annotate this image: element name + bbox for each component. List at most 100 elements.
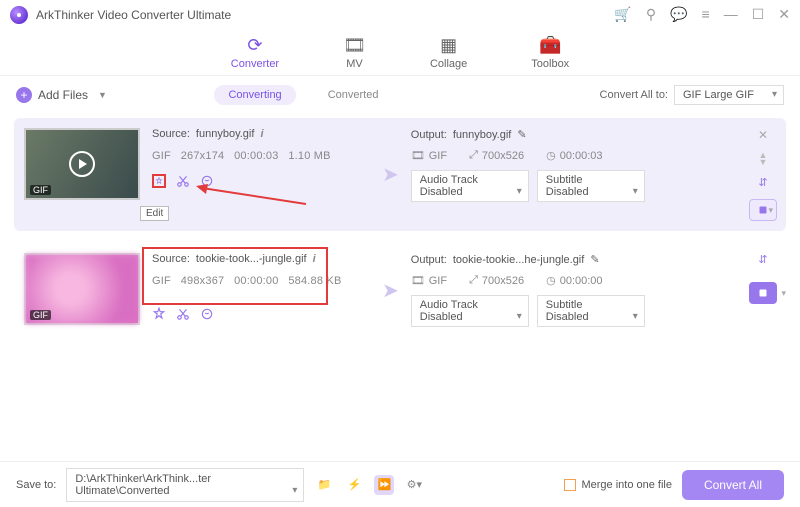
edit-tooltip: Edit (140, 206, 169, 221)
source-format: GIF (152, 275, 171, 287)
rename-icon[interactable]: ✎ (517, 128, 526, 141)
tab-mv[interactable]: 🎞 MV (343, 35, 366, 70)
audio-track-select[interactable]: Audio Track Disabled (411, 295, 529, 327)
feedback-icon[interactable]: 💬 (670, 6, 687, 23)
out-duration: 00:00:03 (560, 150, 603, 162)
toolbar: + Add Files ▼ Converting Converted Conve… (0, 76, 800, 114)
out-dims: 700x526 (482, 150, 524, 162)
tab-label: Toolbox (531, 58, 569, 70)
cart-icon[interactable]: 🛒 (614, 6, 631, 23)
main-tabs: ⟳ Converter 🎞 MV ▦ Collage 🧰 Toolbox (0, 30, 800, 76)
convert-item-button[interactable] (749, 282, 777, 304)
enhance-tool-icon[interactable] (200, 307, 214, 321)
source-duration: 00:00:00 (234, 275, 278, 287)
thumbnail[interactable]: GIF (24, 128, 140, 200)
add-files-label: Add Files (38, 88, 88, 102)
close-icon[interactable]: ✕ (778, 6, 790, 23)
convert-all-button[interactable]: Convert All (682, 470, 784, 500)
settings-icon[interactable]: ⚙▾ (404, 475, 424, 495)
thumb-format-badge: GIF (30, 185, 51, 195)
file-item[interactable]: GIF Source: tookie-took...-jungle.gif i … (14, 243, 786, 337)
chevron-down-icon: ▼ (98, 90, 107, 100)
add-files-button[interactable]: + Add Files ▼ (16, 87, 107, 103)
rename-icon[interactable]: ✎ (590, 253, 599, 266)
menu-icon[interactable]: ≡ (702, 6, 710, 23)
output-filename: tookie-tookie...he-jungle.gif (453, 254, 584, 266)
compress-icon[interactable]: ⇵ (758, 253, 767, 266)
plus-icon: + (16, 87, 32, 103)
tab-label: MV (346, 58, 363, 70)
source-label: Source: (152, 253, 190, 265)
saveto-label: Save to: (16, 479, 56, 491)
resize-icon: ⤢ (469, 149, 478, 162)
title-bar: ArkThinker Video Converter Ultimate 🛒 ⚲ … (0, 0, 800, 30)
cut-tool-icon[interactable] (176, 174, 190, 188)
cut-tool-icon[interactable] (176, 307, 190, 321)
mv-icon: 🎞 (343, 35, 366, 56)
resize-icon: ⤢ (469, 274, 478, 287)
out-format: GIF (429, 150, 447, 162)
source-format: GIF (152, 150, 171, 162)
play-icon (69, 151, 95, 177)
source-filesize: 584.88 KB (288, 275, 341, 287)
source-filename: tookie-took...-jungle.gif (196, 253, 307, 265)
thumbnail[interactable]: GIF (24, 253, 140, 325)
source-filesize: 1.10 MB (288, 150, 330, 162)
converter-icon: ⟳ (247, 35, 262, 56)
segment-converting[interactable]: Converting (214, 85, 295, 105)
source-label: Source: (152, 128, 190, 140)
clock-icon: ◷ (546, 149, 556, 162)
minimize-icon[interactable]: — (724, 6, 738, 23)
convert-all-format-select[interactable]: GIF Large GIF (674, 85, 784, 105)
merge-checkbox[interactable]: Merge into one file (564, 479, 672, 491)
out-format: GIF (429, 275, 447, 287)
key-icon[interactable]: ⚲ (646, 6, 656, 23)
output-filename: funnyboy.gif (453, 129, 512, 141)
file-item[interactable]: GIF Source: funnyboy.gif i GIF 267x174 0… (14, 118, 786, 231)
footer: Save to: D:\ArkThinker\ArkThink...ter Ul… (0, 461, 800, 507)
arrow-icon: ➤ (374, 162, 407, 187)
edit-tool-icon[interactable] (152, 174, 166, 188)
remove-item-icon[interactable]: ✕ (758, 128, 768, 142)
output-label: Output: (411, 254, 447, 266)
tab-toolbox[interactable]: 🧰 Toolbox (531, 35, 569, 70)
film-icon: 🎞 (411, 149, 425, 162)
segment-converted[interactable]: Converted (314, 85, 393, 105)
toolbox-icon: 🧰 (539, 35, 561, 56)
high-speed-icon[interactable]: ⏩ (374, 475, 394, 495)
source-dims: 498x367 (181, 275, 225, 287)
checkbox-icon (564, 479, 576, 491)
app-logo (10, 6, 28, 24)
out-duration: 00:00:00 (560, 275, 603, 287)
source-duration: 00:00:03 (234, 150, 278, 162)
maximize-icon[interactable]: ☐ (752, 6, 765, 23)
reorder-icon[interactable]: ▲▼ (759, 152, 768, 166)
clock-icon: ◷ (546, 274, 556, 287)
hw-accel-icon[interactable]: ⚡ (344, 475, 364, 495)
collage-icon: ▦ (440, 35, 457, 56)
save-path-select[interactable]: D:\ArkThinker\ArkThink...ter Ultimate\Co… (66, 468, 304, 502)
source-dims: 267x174 (181, 150, 225, 162)
merge-label: Merge into one file (581, 479, 672, 491)
enhance-tool-icon[interactable] (200, 174, 214, 188)
convert-item-button[interactable] (749, 199, 777, 221)
convert-all-to-label: Convert All to: (600, 89, 668, 101)
tab-label: Collage (430, 58, 467, 70)
info-icon[interactable]: i (260, 128, 263, 140)
edit-tool-icon[interactable] (152, 307, 166, 321)
subtitle-select[interactable]: Subtitle Disabled (537, 170, 645, 202)
tab-label: Converter (231, 58, 279, 70)
arrow-icon: ➤ (374, 278, 407, 303)
open-folder-icon[interactable]: 📁 (314, 475, 334, 495)
tab-converter[interactable]: ⟳ Converter (231, 35, 279, 70)
compress-icon[interactable]: ⇵ (758, 176, 767, 189)
out-dims: 700x526 (482, 275, 524, 287)
file-list: GIF Source: funnyboy.gif i GIF 267x174 0… (0, 114, 800, 461)
info-icon[interactable]: i (313, 253, 316, 265)
film-icon: 🎞 (411, 274, 425, 287)
source-filename: funnyboy.gif (196, 128, 255, 140)
thumb-format-badge: GIF (30, 310, 51, 320)
subtitle-select[interactable]: Subtitle Disabled (537, 295, 645, 327)
audio-track-select[interactable]: Audio Track Disabled (411, 170, 529, 202)
tab-collage[interactable]: ▦ Collage (430, 35, 467, 70)
